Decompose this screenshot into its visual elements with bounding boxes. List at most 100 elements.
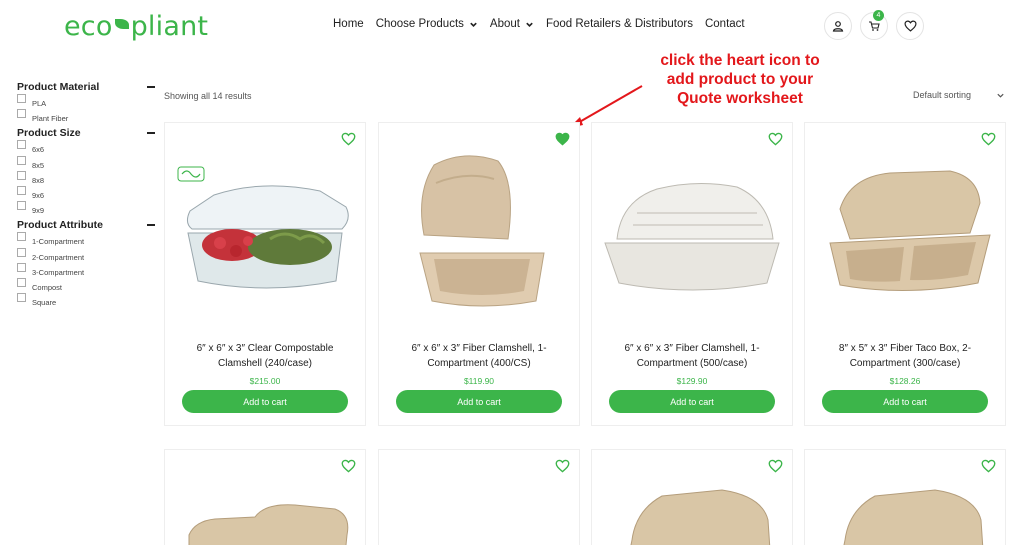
checkbox[interactable] bbox=[17, 201, 26, 211]
nav-choose-products[interactable]: Choose Products bbox=[376, 18, 478, 30]
checkbox[interactable] bbox=[17, 247, 26, 257]
account-button[interactable] bbox=[824, 12, 852, 40]
wishlist-button[interactable] bbox=[896, 12, 924, 40]
filter-option-label: 6x6 bbox=[32, 145, 45, 155]
product-image[interactable] bbox=[805, 143, 1005, 318]
logo-text-right: pliant bbox=[130, 10, 209, 42]
nav-home-label: Home bbox=[333, 18, 364, 30]
checkbox[interactable] bbox=[17, 262, 26, 272]
product-price: $128.26 bbox=[889, 376, 921, 386]
filter-option-label: 9x6 bbox=[32, 191, 45, 201]
product-title[interactable]: 6″ x 6″ x 3″ Clear Compostable Clamshell… bbox=[175, 341, 355, 371]
nav-choose-products-label: Choose Products bbox=[375, 18, 464, 30]
product-card bbox=[164, 449, 366, 545]
sort-select[interactable]: Default sorting bbox=[913, 90, 1005, 100]
checkbox[interactable] bbox=[17, 232, 26, 242]
filter-option[interactable]: 2-Compartment bbox=[17, 247, 155, 263]
product-card: 8″ x 5″ x 3″ Fiber Taco Box, 2-Compartme… bbox=[804, 122, 1006, 426]
nav-food-retailers-label: Food Retailers & Distributors bbox=[545, 18, 693, 30]
add-to-cart-button[interactable]: Add to cart bbox=[396, 390, 562, 413]
checkbox[interactable] bbox=[17, 94, 26, 104]
product-title[interactable]: 6″ x 6″ x 3″ Fiber Clamshell, 1-Compartm… bbox=[389, 341, 569, 371]
header-icons: 4 bbox=[824, 10, 924, 40]
filter-option[interactable]: 3-Compartment bbox=[17, 262, 155, 278]
nav-about-label: About bbox=[489, 18, 520, 30]
heart-icon bbox=[903, 20, 917, 32]
nav-home[interactable]: Home bbox=[333, 18, 364, 30]
product-price: $129.90 bbox=[676, 376, 708, 386]
filter-option[interactable]: PLA bbox=[17, 94, 155, 109]
filter-option[interactable]: Plant Fiber bbox=[17, 109, 155, 124]
filter-option-label: Compost bbox=[32, 282, 63, 292]
filter-heading[interactable]: Product Material bbox=[17, 80, 155, 94]
chevron-down-icon bbox=[526, 22, 533, 27]
product-image[interactable] bbox=[612, 480, 782, 545]
filter-group-material: Product Material PLA Plant Fiber bbox=[17, 80, 155, 124]
filter-option-label: 8x8 bbox=[32, 175, 45, 185]
collapse-minus-icon[interactable] bbox=[147, 132, 155, 135]
filter-option[interactable]: 8x5 bbox=[17, 155, 155, 171]
filter-option[interactable]: Square bbox=[17, 293, 155, 308]
filter-option[interactable]: 9x6 bbox=[17, 186, 155, 201]
filter-option[interactable]: 9x9 bbox=[17, 201, 155, 216]
checkbox[interactable] bbox=[17, 170, 26, 180]
fiber-clamshell-image bbox=[419, 155, 545, 307]
instruction-callout: click the heart icon to add product to y… bbox=[640, 51, 840, 108]
filter-option[interactable]: Compost bbox=[17, 277, 155, 293]
filter-sidebar: Product Material PLA Plant Fiber Product… bbox=[17, 80, 155, 310]
product-title[interactable]: 6″ x 6″ x 3″ Fiber Clamshell, 1-Compartm… bbox=[602, 341, 782, 371]
product-image[interactable] bbox=[592, 143, 792, 318]
nav-food-retailers[interactable]: Food Retailers & Distributors bbox=[546, 18, 693, 30]
user-icon bbox=[832, 21, 844, 32]
checkbox[interactable] bbox=[17, 155, 26, 165]
wishlist-heart-icon[interactable] bbox=[341, 459, 356, 473]
filter-option[interactable]: 8x8 bbox=[17, 170, 155, 186]
product-image[interactable] bbox=[185, 495, 355, 545]
checkbox[interactable] bbox=[17, 140, 26, 150]
checkbox[interactable] bbox=[17, 293, 26, 303]
filter-option-label: 8x5 bbox=[32, 160, 45, 170]
wishlist-heart-icon[interactable] bbox=[981, 459, 996, 473]
leaf-icon bbox=[114, 19, 129, 29]
collapse-minus-icon[interactable] bbox=[147, 86, 155, 88]
product-image[interactable] bbox=[379, 143, 579, 318]
product-image[interactable] bbox=[825, 480, 995, 545]
filter-title: Product Size bbox=[17, 127, 81, 140]
product-card: 6″ x 6″ x 3″ Clear Compostable Clamshell… bbox=[164, 122, 366, 426]
product-price: $119.90 bbox=[463, 376, 495, 386]
checkbox[interactable] bbox=[17, 186, 26, 196]
checkbox[interactable] bbox=[17, 109, 26, 119]
filter-option-label: 9x9 bbox=[32, 206, 45, 216]
wishlist-heart-icon[interactable] bbox=[768, 459, 783, 473]
taco-box-image bbox=[829, 170, 991, 291]
filter-title: Product Material bbox=[17, 81, 100, 93]
wishlist-heart-icon[interactable] bbox=[555, 459, 570, 473]
filter-option[interactable]: 6x6 bbox=[17, 140, 155, 155]
filter-option[interactable]: 1-Compartment bbox=[17, 232, 155, 247]
nav-contact[interactable]: Contact bbox=[705, 18, 745, 30]
filter-option-label: 1-Compartment bbox=[32, 237, 85, 247]
filter-heading[interactable]: Product Attribute bbox=[17, 218, 155, 232]
collapse-minus-icon[interactable] bbox=[147, 224, 155, 227]
cart-count-badge: 4 bbox=[873, 10, 884, 21]
product-price: $215.00 bbox=[249, 376, 281, 386]
filter-heading[interactable]: Product Size bbox=[17, 126, 155, 140]
add-to-cart-button[interactable]: Add to cart bbox=[182, 390, 348, 413]
filter-group-attribute: Product Attribute 1-Compartment 2-Compar… bbox=[17, 218, 155, 308]
product-title[interactable]: 8″ x 5″ x 3″ Fiber Taco Box, 2-Compartme… bbox=[815, 341, 995, 371]
product-card: 6″ x 6″ x 3″ Fiber Clamshell, 1-Compartm… bbox=[591, 122, 793, 426]
cart-button[interactable]: 4 bbox=[860, 10, 888, 40]
nav-about[interactable]: About bbox=[490, 18, 534, 30]
chevron-down-icon bbox=[470, 22, 477, 27]
filter-option-label: 3-Compartment bbox=[32, 267, 85, 277]
checkbox[interactable] bbox=[17, 277, 26, 287]
add-to-cart-button[interactable]: Add to cart bbox=[822, 390, 988, 413]
product-card bbox=[378, 449, 580, 545]
product-card: 6″ x 6″ x 3″ Fiber Clamshell, 1-Compartm… bbox=[378, 122, 580, 426]
filter-group-size: Product Size 6x6 8x5 8x8 9x6 9x9 bbox=[17, 126, 155, 216]
product-image[interactable] bbox=[165, 143, 365, 318]
product-card bbox=[804, 449, 1006, 545]
site-logo[interactable]: eco pliant bbox=[64, 10, 208, 42]
white-clamshell-image bbox=[604, 182, 780, 291]
add-to-cart-button[interactable]: Add to cart bbox=[609, 390, 775, 413]
